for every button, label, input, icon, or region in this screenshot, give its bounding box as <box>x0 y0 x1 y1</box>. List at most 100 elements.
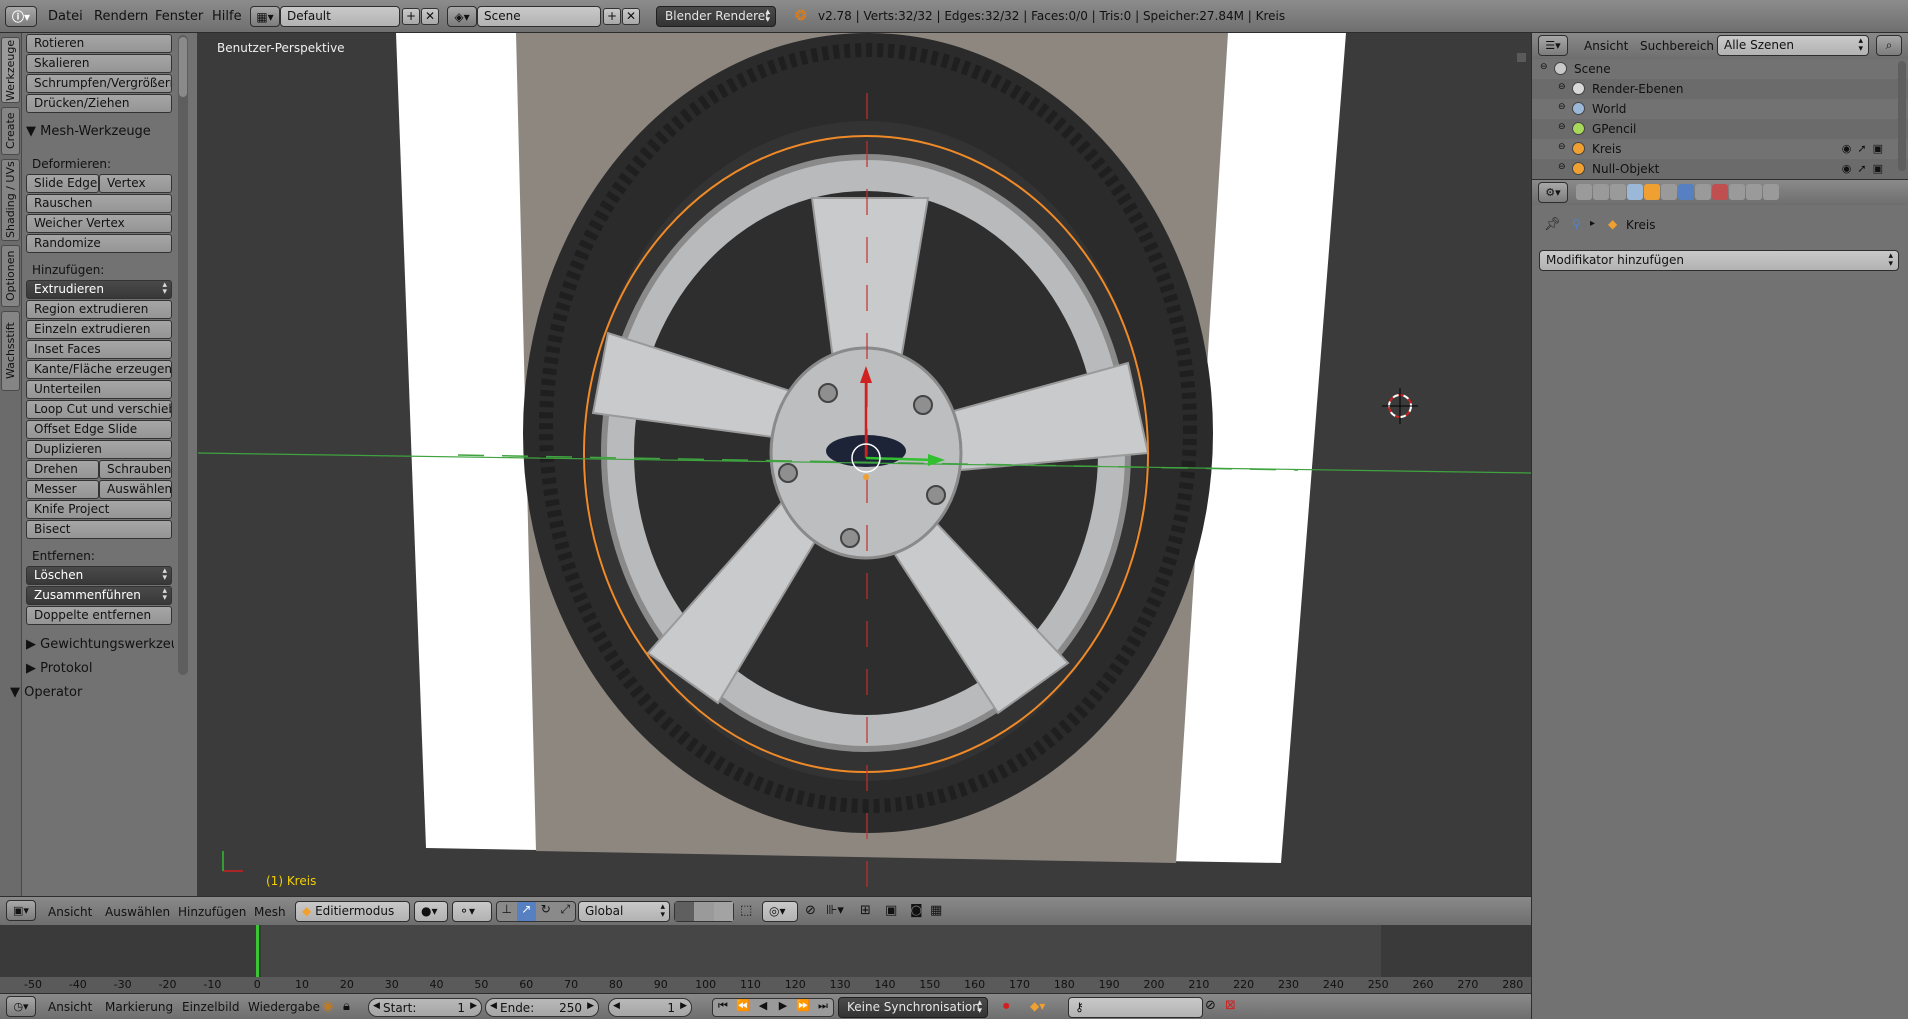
menu-rendern[interactable]: Rendern <box>94 9 148 24</box>
randomize-button[interactable]: Randomize <box>26 234 172 253</box>
menu-ansicht[interactable]: Ansicht <box>48 905 92 919</box>
expand-toggle-icon[interactable]: ⊖ <box>1540 62 1548 72</box>
view3d-editor-type-button[interactable]: ▣▾ <box>6 900 36 921</box>
slide-vertex-button[interactable]: Vertex <box>99 174 172 193</box>
physics-tab-icon[interactable] <box>1763 184 1779 200</box>
expand-toggle-icon[interactable]: ⊖ <box>1558 162 1566 172</box>
duplicate-button[interactable]: Duplizieren <box>26 440 172 459</box>
play-icon[interactable]: ▶ <box>773 999 793 1016</box>
timeline-area[interactable] <box>0 925 1531 977</box>
outliner-search-button[interactable]: ⌕ <box>1876 35 1902 56</box>
screen-layout-browse-button[interactable]: ▦▾ <box>250 6 280 27</box>
object-tab-icon[interactable] <box>1644 184 1660 200</box>
jump-keyframe-forward-icon[interactable]: ⏩ <box>793 999 813 1016</box>
manipulator-toggle-icon[interactable]: ⊥ <box>497 902 517 921</box>
constraints-tab-icon[interactable] <box>1661 184 1677 200</box>
screw-button[interactable]: Schrauben <box>99 460 172 479</box>
remove-scene-icon[interactable]: ✕ <box>622 8 640 25</box>
insert-keyframe-icon[interactable]: ⊘ <box>1205 998 1216 1013</box>
menu-hinzufuegen[interactable]: Hinzufügen <box>178 905 246 919</box>
data-tab-icon[interactable] <box>1695 184 1711 200</box>
bisect-button[interactable]: Bisect <box>26 520 172 539</box>
mesh-tools-panel-header[interactable]: ▼ Mesh-Werkzeuge <box>26 124 151 139</box>
menu-einzelbild[interactable]: Einzelbild <box>182 1000 239 1014</box>
timeline-editor-type-button[interactable]: ◷▾ <box>6 996 36 1017</box>
sync-mode-select[interactable]: Keine Synchronisation ▴ ▾ <box>838 997 988 1018</box>
smooth-vertex-button[interactable]: Weicher Vertex <box>26 214 172 233</box>
knife-select-button[interactable]: Auswählen <box>99 480 172 499</box>
timeline-current-frame-cursor[interactable] <box>256 925 260 977</box>
pin-icon[interactable]: 📌︎ <box>1544 217 1561 232</box>
remove-doubles-button[interactable]: Doppelte entfernen <box>26 606 172 625</box>
outliner-row-gpencil[interactable]: ⊖ GPencil <box>1532 119 1908 139</box>
slide-edge-button[interactable]: Slide Edge <box>26 174 99 193</box>
tab-optionen[interactable]: Optionen <box>1 245 20 307</box>
pivot-point-select[interactable]: ⚬▾ <box>452 901 492 922</box>
jump-end-icon[interactable]: ⏭ <box>813 999 833 1016</box>
outliner-editor-type-button[interactable]: ☰▾ <box>1538 35 1568 56</box>
timeline-ruler[interactable]: -50 -40 -30 -20 -10 0 10 20 30 40 50 60 70 80 90 100 110… <box>0 977 1531 993</box>
occlude-geometry-icon[interactable]: ⬚ <box>740 903 752 918</box>
modifiers-tab-icon[interactable] <box>1678 184 1694 200</box>
eye-icon[interactable]: ◉ <box>1842 162 1858 175</box>
remove-layout-icon[interactable]: ✕ <box>421 8 439 25</box>
add-scene-icon[interactable]: + <box>603 8 621 25</box>
material-tab-icon[interactable] <box>1712 184 1728 200</box>
menu-wiedergabe[interactable]: Wiedergabe <box>248 1000 320 1014</box>
texture-tab-icon[interactable] <box>1729 184 1745 200</box>
delete-keyframe-icon[interactable]: ⊠ <box>1225 998 1236 1013</box>
jump-keyframe-back-icon[interactable]: ⏪ <box>733 999 753 1016</box>
end-frame-field[interactable]: ◀ Ende: 250 ▶ <box>485 998 599 1017</box>
offset-edge-slide-button[interactable]: Offset Edge Slide <box>26 420 172 439</box>
tab-shading-uvs[interactable]: Shading / UVs <box>1 159 20 241</box>
add-layout-icon[interactable]: + <box>402 8 420 25</box>
render-layers-tab-icon[interactable] <box>1593 184 1609 200</box>
history-panel-header[interactable]: ▶ Protokol <box>26 661 92 676</box>
render-preview-icon[interactable]: ▣ <box>885 903 897 918</box>
menu-ansicht-timeline[interactable]: Ansicht <box>48 1000 92 1014</box>
outliner-row-world[interactable]: ⊖ World <box>1532 99 1908 119</box>
translate-manipulator-icon[interactable]: ↗ <box>516 902 536 921</box>
noise-button[interactable]: Rauschen <box>26 194 172 213</box>
play-reverse-icon[interactable]: ◀ <box>753 999 773 1016</box>
scene-field[interactable]: Scene <box>477 6 601 27</box>
current-frame-field[interactable]: ◀ 1 ▶ <box>608 998 692 1017</box>
extrude-individual-button[interactable]: Einzeln extrudieren <box>26 320 172 339</box>
screen-layout-field[interactable]: Default <box>280 6 400 27</box>
menu-fenster[interactable]: Fenster <box>155 9 203 24</box>
transform-orientation-select[interactable]: Global ▴ ▾ <box>578 901 670 922</box>
particles-tab-icon[interactable] <box>1746 184 1762 200</box>
tab-wachsstift[interactable]: Wachsstift <box>1 311 20 391</box>
cursor-select-icon[interactable]: ➚ <box>1857 162 1872 175</box>
lock-icon[interactable]: 🔒︎ <box>343 999 350 1014</box>
spin-button[interactable]: Drehen <box>26 460 99 479</box>
merge-button[interactable]: Zusammenführen ▴ ▾ <box>26 586 172 605</box>
menu-auswaehlen[interactable]: Auswählen <box>105 905 170 919</box>
mode-select[interactable]: ◆ Editiermodus <box>295 901 410 922</box>
camera-render-icon[interactable]: ◙ <box>910 903 923 918</box>
menu-suchbereich[interactable]: Suchbereich <box>1640 39 1714 53</box>
outliner-display-mode-select[interactable]: Alle Szenen ▴ ▾ <box>1717 35 1869 56</box>
subdivide-button[interactable]: Unterteilen <box>26 380 172 399</box>
scale-button[interactable]: Skalieren <box>26 54 172 73</box>
menu-markierung[interactable]: Markierung <box>105 1000 173 1014</box>
push-pull-button[interactable]: Drücken/Ziehen <box>26 94 172 113</box>
rotate-manipulator-icon[interactable]: ↻ <box>536 902 556 921</box>
knife-project-button[interactable]: Knife Project <box>26 500 172 519</box>
scene-browse-button[interactable]: ◈▾ <box>447 6 477 27</box>
viewport-shading-select[interactable]: ●▾ <box>414 901 448 922</box>
outliner-row-render-ebenen[interactable]: ⊖ Render-Ebenen <box>1532 79 1908 99</box>
make-edge-face-button[interactable]: Kante/Fläche erzeugen <box>26 360 172 379</box>
shrink-fatten-button[interactable]: Schrumpfen/Vergrößern <box>26 74 172 93</box>
info-editor-type-button[interactable]: ⓘ▾ <box>5 6 37 27</box>
weights-panel-header[interactable]: ▶ Gewichtungswerkzeug <box>26 637 174 652</box>
tool-shelf-scrollbar[interactable] <box>178 35 188 675</box>
render-engine-select[interactable]: Blender Renderer ▴ ▾ <box>656 6 776 27</box>
start-frame-field[interactable]: ◀ Start: 1 ▶ <box>368 998 482 1017</box>
preview-range-icon[interactable]: ◉ <box>322 999 333 1014</box>
loop-cut-button[interactable]: Loop Cut und verschieben <box>26 400 172 419</box>
delete-button[interactable]: Löschen ▴ ▾ <box>26 566 172 585</box>
vertex-select-icon[interactable] <box>675 902 695 921</box>
face-select-icon[interactable] <box>713 902 733 921</box>
outliner-row-scene[interactable]: ⊖ Scene <box>1532 59 1908 79</box>
